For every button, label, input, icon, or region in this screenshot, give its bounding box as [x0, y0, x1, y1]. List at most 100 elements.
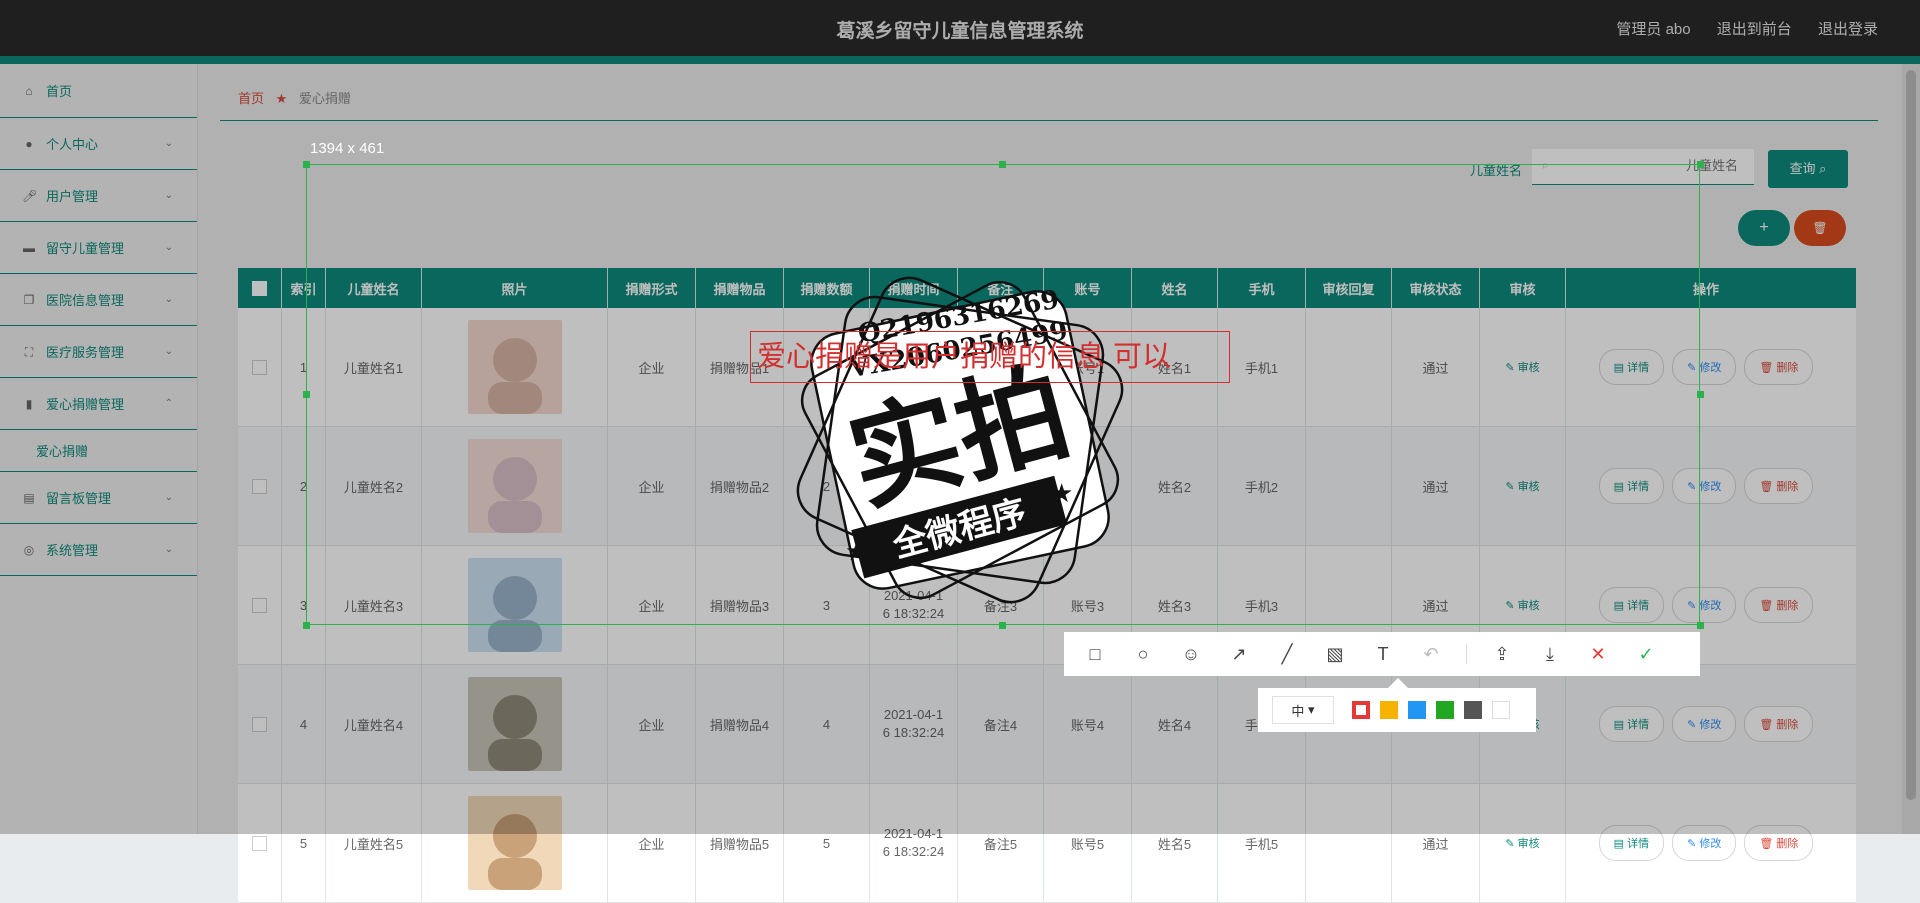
select-all-cell[interactable]: [238, 268, 282, 308]
detail-button[interactable]: ▤ 详情: [1598, 706, 1665, 742]
delete-button[interactable]: 🗑︎ 删除: [1744, 706, 1814, 742]
chevron-down-icon: ⌄: [164, 190, 173, 201]
edit-button[interactable]: ✎ 修改: [1672, 825, 1737, 861]
audit-link[interactable]: ✎ 审核: [1505, 835, 1539, 851]
edit-label: 修改: [1699, 362, 1722, 374]
resize-handle-tl[interactable]: [303, 161, 310, 168]
row-select-cell[interactable]: [238, 784, 282, 902]
sidebar-item-children[interactable]: ▬ 留守儿童管理 ⌄: [0, 222, 197, 274]
cell-form: 企业: [608, 665, 696, 783]
color-swatch[interactable]: [1380, 701, 1398, 719]
cell-index: 4: [282, 665, 326, 783]
sidebar-item-label: 爱心捐赠管理: [46, 397, 125, 412]
capture-region[interactable]: [306, 164, 1700, 625]
edit-icon: ✎: [1687, 837, 1697, 850]
sidebar-item-medical[interactable]: ⛶ 医疗服务管理 ⌄: [0, 326, 197, 378]
search-button[interactable]: 查询 ⌕: [1768, 150, 1848, 188]
cell-time: 2021-04-1 6 18:32:24: [870, 665, 958, 783]
sidebar-item-donation[interactable]: ▮ 爱心捐赠管理 ⌃: [0, 378, 197, 430]
resize-handle-r[interactable]: [1697, 391, 1704, 398]
admin-label[interactable]: 管理员 abo: [1616, 21, 1690, 38]
resize-handle-tr[interactable]: [1697, 161, 1704, 168]
row-checkbox[interactable]: [252, 716, 267, 732]
color-swatch[interactable]: [1408, 701, 1426, 719]
select-all-checkbox[interactable]: [252, 280, 267, 296]
batch-delete-button[interactable]: 🗑︎: [1794, 210, 1846, 246]
emoji-icon[interactable]: ☺: [1178, 641, 1204, 667]
sidebar-item-system[interactable]: ◎ 系统管理 ⌄: [0, 524, 197, 576]
circle-icon[interactable]: ○: [1130, 641, 1156, 667]
trash-icon: 🗑︎: [1759, 361, 1774, 374]
color-swatch[interactable]: [1492, 701, 1510, 719]
delete-button[interactable]: 🗑︎ 删除: [1744, 825, 1814, 861]
sidebar-item-users[interactable]: 🎤︎ 用户管理 ⌄: [0, 170, 197, 222]
edit-label: 修改: [1699, 838, 1722, 850]
vertical-scrollbar[interactable]: [1902, 64, 1920, 834]
resize-handle-b[interactable]: [999, 622, 1006, 629]
exit-to-front-link[interactable]: 退出到前台: [1717, 21, 1792, 38]
brush-icon[interactable]: ╱: [1274, 641, 1300, 667]
cell-item: 捐赠物品5: [696, 784, 784, 902]
detail-button[interactable]: ▤ 详情: [1598, 825, 1665, 861]
resize-handle-br[interactable]: [1697, 622, 1704, 629]
frame-icon: ⛶: [24, 344, 34, 359]
cell-actions: ▤ 详情 ✎ 修改 🗑︎ 删除: [1566, 784, 1846, 902]
cell-name: 姓名4: [1132, 665, 1218, 783]
sidebar-subitem-donation[interactable]: 爱心捐赠: [0, 430, 197, 472]
row-select-cell[interactable]: [238, 665, 282, 783]
resize-handle-l[interactable]: [303, 391, 310, 398]
cell-form: 企业: [608, 784, 696, 902]
table-row[interactable]: 4 儿童姓名4 企业 捐赠物品4 4 2021-04-1 6 18:32:24 备注4 账号4 姓…: [238, 665, 1856, 784]
trash-icon: 🗑︎: [1759, 599, 1774, 612]
table-row[interactable]: 5 儿童姓名5 企业 捐赠物品5 5 2021-04-1 6 18:32:24 备注5 账号5 姓…: [238, 784, 1856, 903]
breadcrumb-home[interactable]: 首页: [238, 91, 264, 106]
row-select-cell[interactable]: [238, 308, 282, 426]
delete-button[interactable]: 🗑︎ 删除: [1744, 349, 1814, 385]
row-select-cell[interactable]: [238, 546, 282, 664]
resize-handle-t[interactable]: [999, 161, 1006, 168]
edit-label: 修改: [1699, 481, 1722, 493]
edit-button[interactable]: ✎ 修改: [1672, 706, 1737, 742]
delete-button[interactable]: 🗑︎ 删除: [1744, 587, 1814, 623]
row-checkbox[interactable]: [252, 478, 267, 494]
text-annotation[interactable]: 爱心捐赠是用户捐赠的信息 可以: [750, 331, 1230, 383]
chevron-up-icon: ⌃: [164, 398, 173, 409]
delete-button[interactable]: 🗑︎ 删除: [1744, 468, 1814, 504]
add-button[interactable]: +: [1738, 210, 1790, 246]
check-icon[interactable]: ✓: [1633, 641, 1659, 667]
color-swatches: [1352, 701, 1520, 719]
row-checkbox[interactable]: [252, 835, 267, 851]
row-checkbox[interactable]: [252, 597, 267, 613]
color-swatch[interactable]: [1464, 701, 1482, 719]
text-icon[interactable]: T: [1370, 641, 1396, 667]
undo-icon[interactable]: ↶: [1418, 641, 1444, 667]
doc-icon: ▤: [1613, 837, 1625, 850]
trash-icon: 🗑︎: [1759, 480, 1774, 493]
download-icon[interactable]: ⤓: [1537, 641, 1563, 667]
share-icon[interactable]: ⇪: [1489, 641, 1515, 667]
arrow-icon[interactable]: ↗: [1226, 641, 1252, 667]
chevron-down-icon: ⌄: [164, 346, 173, 357]
close-icon[interactable]: ✕: [1585, 641, 1611, 667]
rect-icon[interactable]: □: [1082, 641, 1108, 667]
color-swatch[interactable]: [1352, 701, 1370, 719]
breadcrumb: 首页 ★ 爱心捐赠: [238, 88, 351, 107]
sidebar-item-hospital[interactable]: ❐ 医院信息管理 ⌄: [0, 274, 197, 326]
edit-icon: ✎: [1687, 718, 1697, 731]
logout-link[interactable]: 退出登录: [1818, 21, 1878, 38]
scrollbar-thumb[interactable]: [1906, 70, 1916, 800]
color-swatch[interactable]: [1436, 701, 1454, 719]
time-part-1: 2021-04-1: [883, 707, 944, 722]
sidebar-item-message-board[interactable]: ▤ 留言板管理 ⌄: [0, 472, 197, 524]
mosaic-icon[interactable]: ▧: [1322, 641, 1348, 667]
font-size-select[interactable]: 中 ▾: [1272, 696, 1334, 724]
top-bar: 葛溪乡留守儿童信息管理系统 管理员 abo 退出到前台 退出登录: [0, 0, 1920, 64]
sidebar: ⌂ 首页 ● 个人中心 ⌄ 🎤︎ 用户管理 ⌄ ▬ 留守儿童管理 ⌄ ❐ 医院信…: [0, 64, 198, 834]
screenshot-toolbar: □ ○ ☺ ↗ ╱ ▧ T ↶ ⇪ ⤓ ✕ ✓: [1064, 632, 1700, 676]
time-part-2: 6 18:32:24: [882, 725, 945, 740]
row-select-cell[interactable]: [238, 427, 282, 545]
resize-handle-bl[interactable]: [303, 622, 310, 629]
sidebar-item-personal[interactable]: ● 个人中心 ⌄: [0, 118, 197, 170]
row-checkbox[interactable]: [252, 359, 267, 375]
sidebar-item-home[interactable]: ⌂ 首页: [0, 64, 197, 118]
